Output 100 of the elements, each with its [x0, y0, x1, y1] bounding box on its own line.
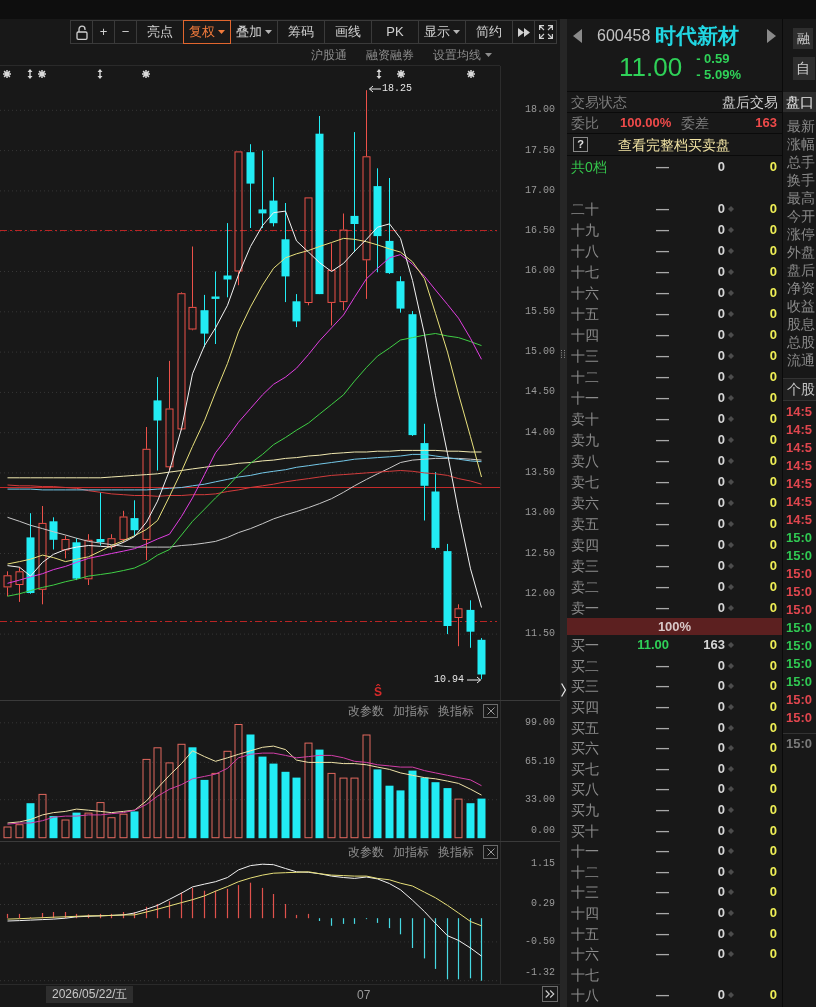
- order-level-label: 共0档: [571, 157, 608, 176]
- order-level-label: 卖七: [571, 472, 600, 491]
- axis-label: 15.00: [525, 346, 555, 359]
- order-count: 0: [769, 494, 777, 511]
- order-price: —: [656, 536, 669, 553]
- order-price: —: [656, 578, 669, 595]
- order-volume: 0: [717, 536, 725, 553]
- order-count: 0: [769, 452, 777, 469]
- order-count: 0: [769, 599, 777, 616]
- order-count: 0: [769, 242, 777, 259]
- order-count: 0: [769, 987, 777, 1004]
- order-price: 11.00: [637, 637, 669, 654]
- order-volume: 0: [717, 719, 725, 736]
- order-level-label: 卖三: [571, 556, 600, 575]
- order-price: —: [656, 657, 669, 674]
- percent-change: - 5.09%: [696, 67, 741, 83]
- order-volume: 0: [717, 699, 725, 716]
- axis-label: 65.10: [525, 756, 555, 769]
- order-price: —: [656, 284, 669, 301]
- balance-percentage: 100%: [657, 618, 692, 635]
- difference-value: 163: [755, 114, 777, 132]
- order-count: 0: [769, 347, 777, 364]
- order-volume: 0: [717, 347, 725, 364]
- order-level-label: 买二: [571, 656, 600, 675]
- order-price: —: [656, 822, 669, 839]
- trade-time: 15:0: [785, 565, 814, 583]
- order-volume: 0: [717, 410, 725, 427]
- order-count: 0: [769, 678, 777, 695]
- axis-label: 99.00: [525, 716, 555, 729]
- order-volume: 0: [717, 578, 725, 595]
- order-volume: 0: [717, 431, 725, 448]
- trade-time: 15:0: [785, 529, 814, 547]
- trade-time: 15:0: [785, 709, 814, 727]
- order-level-label: 卖十: [571, 409, 600, 428]
- order-volume: 0: [717, 822, 725, 839]
- trade-time: 15:0: [785, 691, 814, 709]
- order-price: —: [656, 515, 669, 532]
- order-count: 0: [769, 863, 777, 880]
- order-price: —: [656, 843, 669, 860]
- order-level-label: 卖一: [571, 598, 600, 617]
- axis-label: 13.50: [525, 466, 555, 479]
- order-level-label: 十八: [571, 241, 600, 260]
- order-count: 0: [769, 884, 777, 901]
- order-price: —: [656, 431, 669, 448]
- axis-label: 0.29: [531, 898, 555, 911]
- order-count: 0: [769, 905, 777, 921]
- difference-label: 委差: [681, 114, 709, 132]
- axis-label: 13.00: [525, 507, 555, 520]
- quote-field-label: 最高: [786, 189, 816, 207]
- price-high-label: 18.25: [382, 83, 412, 95]
- order-volume: 0: [717, 284, 725, 301]
- order-level-label: 十六: [571, 945, 600, 964]
- order-volume: 0: [717, 657, 725, 674]
- axis-label: -0.50: [525, 935, 555, 948]
- order-level-label: 十三: [571, 883, 600, 902]
- order-price: —: [656, 326, 669, 343]
- quote-field-label: 股息: [786, 315, 816, 333]
- order-price: —: [656, 678, 669, 695]
- quote-field-label: 涨停: [786, 225, 816, 243]
- axis-label: 16.50: [525, 225, 555, 238]
- order-price: —: [656, 802, 669, 819]
- order-volume: 0: [717, 760, 725, 777]
- order-price: —: [656, 494, 669, 511]
- order-volume: 0: [717, 473, 725, 490]
- order-level-label: 买三: [571, 677, 600, 696]
- order-price: —: [656, 863, 669, 880]
- order-volume: 0: [717, 987, 725, 1004]
- order-volume: 0: [717, 946, 725, 963]
- trade-time: 14:5: [785, 475, 814, 493]
- status-label: 交易状态: [571, 93, 627, 111]
- order-volume: 0: [717, 158, 725, 175]
- order-volume: 0: [717, 221, 725, 238]
- trade-time: 14:5: [785, 511, 814, 529]
- order-price: —: [656, 410, 669, 427]
- order-volume: 0: [717, 452, 725, 469]
- order-price: —: [656, 946, 669, 963]
- order-level-label: 卖九: [571, 430, 600, 449]
- order-volume: 0: [717, 200, 725, 217]
- order-price: —: [656, 473, 669, 490]
- order-count: 0: [769, 637, 777, 654]
- order-price: —: [656, 368, 669, 385]
- order-level-label: 买八: [571, 780, 600, 799]
- order-price: —: [656, 452, 669, 469]
- order-level-label: 买九: [571, 801, 600, 820]
- order-count: 0: [769, 657, 777, 674]
- order-volume: 0: [717, 599, 725, 616]
- trade-time: 15:0: [785, 583, 814, 601]
- axis-label: 12.50: [525, 547, 555, 560]
- order-level-label: 卖五: [571, 514, 600, 533]
- time-axis-label: 07: [357, 987, 371, 1003]
- order-level-label: 十九: [571, 220, 600, 239]
- order-level-label: 十二: [571, 862, 600, 881]
- order-count: 0: [769, 557, 777, 574]
- axis-label: 17.50: [525, 144, 555, 157]
- order-level-label: 十六: [571, 283, 600, 302]
- section-header: 个股: [783, 378, 816, 401]
- trade-time: 14:5: [785, 457, 814, 475]
- quote-field-label: 盘后: [786, 261, 816, 279]
- order-count: 0: [769, 389, 777, 406]
- order-count: 0: [769, 578, 777, 595]
